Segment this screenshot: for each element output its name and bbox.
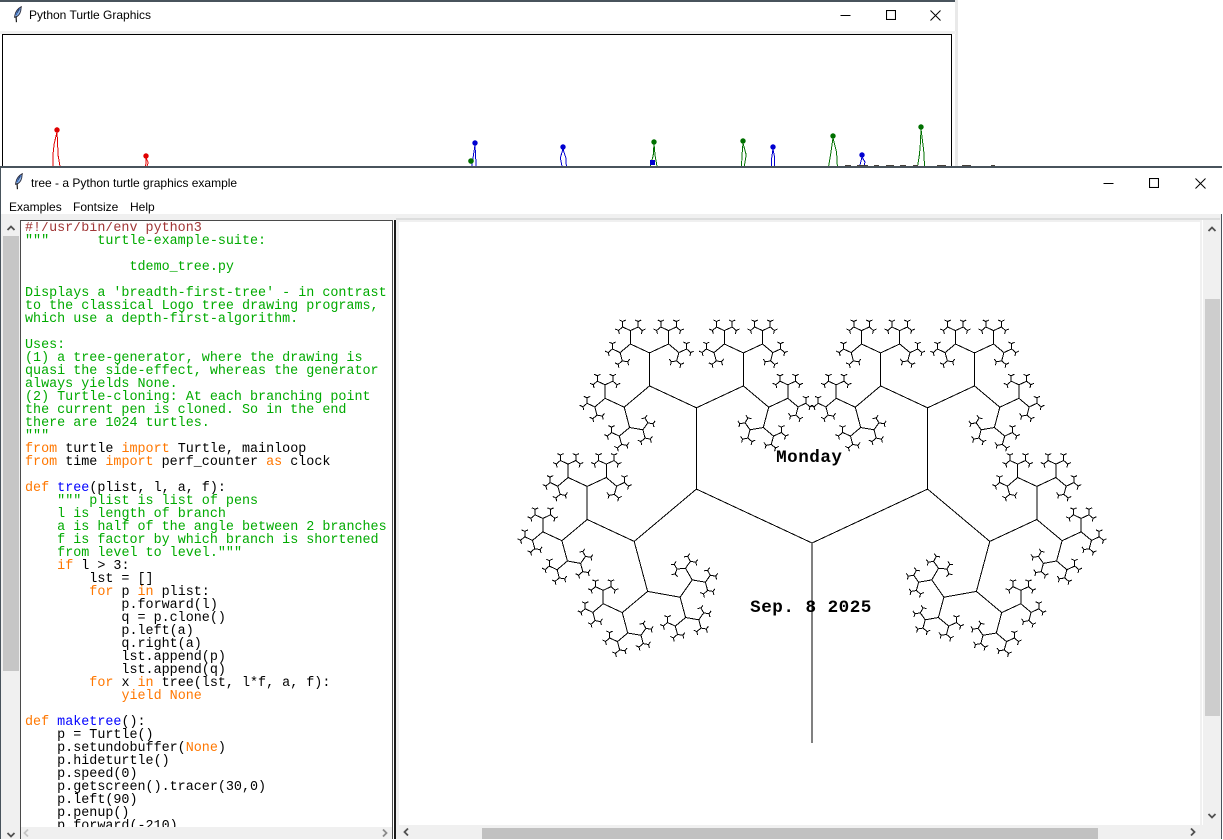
svg-text:Monday: Monday: [776, 448, 842, 468]
svg-text:Sep. 8 2025: Sep. 8 2025: [750, 598, 872, 618]
